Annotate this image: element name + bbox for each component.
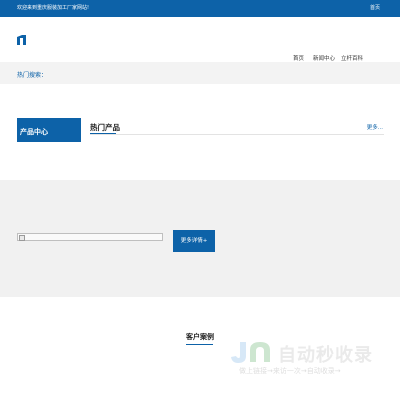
welcome-text: 欢迎来到重庆服装加工厂家网站! xyxy=(17,5,90,11)
nav-item-news[interactable]: 新闻中心 xyxy=(313,54,335,62)
hot-products-title: 热门产品 xyxy=(90,123,120,132)
header: 首页 新闻中心 立杆百科 xyxy=(0,17,400,62)
broken-image-icon xyxy=(17,233,163,241)
cases-title: 客户案例 xyxy=(186,333,214,341)
more-products-link[interactable]: 更多... xyxy=(367,123,383,131)
site-logo-icon[interactable] xyxy=(17,35,26,45)
cases-underline xyxy=(186,344,213,345)
nav-item-home[interactable]: 首页 xyxy=(293,54,304,62)
more-details-button[interactable]: 更多详情+ xyxy=(173,230,215,252)
hot-products-divider xyxy=(90,134,384,135)
top-bar: 欢迎来到重庆服装加工厂家网站! 首页 xyxy=(0,0,400,17)
hot-search-bar xyxy=(0,62,400,84)
nav-item-encyclopedia[interactable]: 立杆百科 xyxy=(341,54,363,62)
page: 欢迎来到重庆服装加工厂家网站! 首页 首页 新闻中心 立杆百科 热门搜索： 产品… xyxy=(0,0,400,400)
product-center-title: 产品中心 xyxy=(20,128,48,136)
top-home-link[interactable]: 首页 xyxy=(370,4,380,11)
watermark-subtitle: 做上链接→来访一次→自动收录→ xyxy=(239,367,341,375)
hot-search-label: 热门搜索： xyxy=(17,72,48,79)
watermark-title: 自动秒收录 xyxy=(278,345,373,366)
hot-products-underline xyxy=(90,133,116,134)
watermark-logo-icon xyxy=(231,342,270,363)
